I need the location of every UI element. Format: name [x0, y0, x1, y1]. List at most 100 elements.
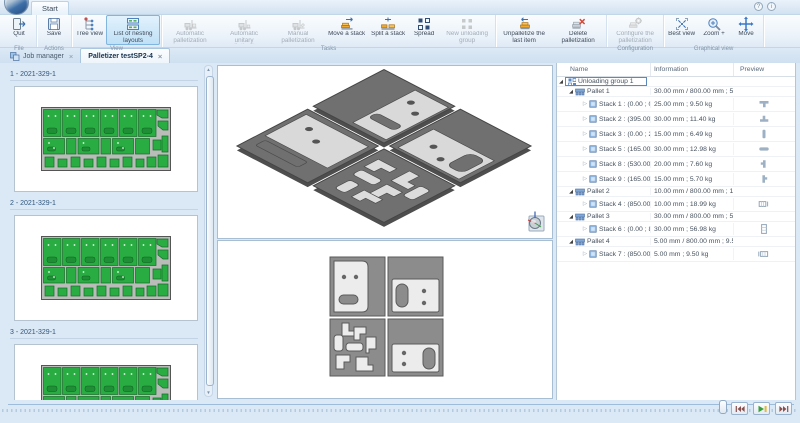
expander-collapsed-icon[interactable]: ▷ — [581, 251, 589, 257]
scrollbar-thumb[interactable] — [206, 76, 214, 386]
layouts-scrollbar[interactable]: ▲ ▼ — [204, 65, 213, 397]
expander-collapsed-icon[interactable]: ▷ — [581, 131, 589, 137]
help-icon[interactable]: ? — [754, 2, 763, 11]
ribbon-button-label: Unpalletize the last item — [500, 31, 548, 44]
cell-name: ◢Pallet 1 — [557, 88, 650, 96]
quit-icon — [11, 16, 27, 32]
expander-collapsed-icon[interactable]: ▷ — [581, 161, 589, 167]
nesting-layout-item-3[interactable] — [14, 344, 198, 400]
nesting-layout-item-2[interactable] — [14, 215, 198, 321]
expander-expanded-icon[interactable]: ◢ — [567, 189, 575, 195]
expander-expanded-icon[interactable]: ◢ — [557, 79, 565, 85]
play-button[interactable] — [753, 402, 770, 415]
skip-last-button[interactable] — [775, 402, 792, 415]
tree-row-stack-6[interactable]: ▷Stack 6 : (0.00 ; 850.00)30.00 mm ; 56.… — [557, 222, 795, 237]
expander-expanded-icon[interactable]: ◢ — [567, 239, 575, 245]
tree-row-stack-4[interactable]: ▷Stack 4 : (850.00 ; 0.00)10.00 mm ; 18.… — [557, 197, 795, 212]
tree-row-unloading-group-1[interactable]: ◢ Unloading group 1 — [557, 77, 795, 87]
ribbon-group-label: File — [3, 45, 35, 53]
ribbon-group-configuration: Configure the palletizationConfiguration — [607, 15, 664, 47]
new-unloading-group-button[interactable]: New unloading group — [440, 15, 494, 45]
stack-icon — [589, 145, 597, 153]
skip-last-icon — [779, 405, 789, 413]
save-button[interactable]: Save — [38, 15, 70, 45]
spread-button[interactable]: Spread — [408, 15, 440, 45]
stack-icon — [589, 160, 597, 168]
nesting-layout-label-3: 3 - 2021-329-1 — [10, 329, 198, 339]
expander-collapsed-icon[interactable]: ▷ — [581, 146, 589, 152]
unpalletize-icon — [516, 16, 532, 32]
play-icon — [757, 405, 767, 413]
item-name: Pallet 2 — [587, 188, 610, 195]
column-header-preview[interactable]: Preview — [733, 63, 793, 76]
ribbon-group-4: Unpalletize the last itemDelete palletiz… — [496, 15, 607, 47]
unpalletize-the-last-item-button[interactable]: Unpalletize the last item — [497, 15, 551, 45]
info-icon[interactable]: i — [767, 2, 776, 11]
pallets-3d-scene — [218, 66, 550, 236]
expander-collapsed-icon[interactable]: ▷ — [581, 116, 589, 122]
tree-view-button[interactable]: Tree view — [73, 15, 106, 45]
tree-row-stack-2[interactable]: ▷Stack 2 : (395.00 ; 0.00)30.00 mm ; 11.… — [557, 112, 795, 127]
split-stack-icon — [380, 16, 396, 32]
configure-the-palletization-button[interactable]: Configure the palletization — [608, 15, 662, 45]
nesting-layout-item-1[interactable] — [14, 86, 198, 192]
automatic-unitary-palletization-button[interactable]: Automatic unitary palletization — [217, 15, 271, 45]
expander-collapsed-icon[interactable]: ▷ — [581, 201, 589, 207]
manual-palletization-button[interactable]: Manual palletization — [271, 15, 325, 45]
expander-expanded-icon[interactable]: ◢ — [567, 89, 575, 95]
delete-palletization-button[interactable]: Delete palletization — [551, 15, 605, 45]
app-logo-icon[interactable] — [4, 0, 29, 15]
auto-unitary-palletization-icon — [236, 16, 252, 32]
tree-row-pallet-2[interactable]: ◢Pallet 210.00 mm / 800.00 mm ; 18.99 k.… — [557, 187, 795, 197]
timeline-track[interactable] — [2, 409, 798, 412]
list-of-nesting-layouts-button[interactable]: List of nesting layouts — [106, 15, 160, 45]
automatic-palletization-button[interactable]: Automatic palletization — [163, 15, 217, 45]
expander-collapsed-icon[interactable]: ▷ — [581, 226, 589, 232]
stack-icon — [589, 225, 597, 233]
tree-row-pallet-1[interactable]: ◢Pallet 130.00 mm / 800.00 mm ; 53.67 k.… — [557, 87, 795, 97]
tree-row-stack-8[interactable]: ▷Stack 8 : (530.00 ; 230...20.00 mm ; 7.… — [557, 157, 795, 172]
ribbon-group-graphical-view: Best viewZoom +MoveGraphical view — [664, 15, 764, 47]
cell-preview — [733, 158, 793, 170]
cell-information: 30.00 mm ; 12.98 kg — [650, 146, 733, 153]
ribbon-button-label: Quit — [13, 31, 25, 44]
bar-horizontal-icon — [757, 143, 771, 155]
item-name: Unloading group 1 — [578, 78, 634, 85]
tree-row-stack-1[interactable]: ▷Stack 1 : (0.00 ; 0.00)25.00 mm ; 9.50 … — [557, 97, 795, 112]
tree-row-pallet-4[interactable]: ◢Pallet 45.00 mm / 800.00 mm ; 9.50 kg /… — [557, 237, 795, 247]
palletization-3d-view[interactable] — [217, 65, 553, 239]
ribbon-button-label: Spread — [414, 31, 434, 44]
scroll-up-icon[interactable]: ▲ — [205, 67, 212, 72]
expander-collapsed-icon[interactable]: ▷ — [581, 176, 589, 182]
orientation-cube-widget[interactable] — [523, 210, 545, 232]
quit-button[interactable]: Quit — [3, 15, 35, 45]
cell-information: 15.00 mm ; 5.70 kg — [650, 176, 733, 183]
expander-expanded-icon[interactable]: ◢ — [567, 214, 575, 220]
tree-row-stack-3[interactable]: ▷Stack 3 : (0.00 ; 230.00)15.00 mm ; 6.4… — [557, 127, 795, 142]
scroll-down-icon[interactable]: ▼ — [205, 390, 212, 395]
tree-row-pallet-3[interactable]: ◢Pallet 330.00 mm / 800.00 mm ; 56.98 k.… — [557, 212, 795, 222]
move-a-stack-button[interactable]: Move a stack — [325, 15, 368, 45]
split-a-stack-button[interactable]: Split a stack — [368, 15, 408, 45]
zoom-button[interactable]: Zoom + — [698, 15, 730, 45]
selected-item-box[interactable]: Unloading group 1 — [565, 77, 647, 86]
palletization-2d-view[interactable] — [217, 240, 553, 399]
column-header-information[interactable]: Information — [650, 63, 733, 76]
timeline-thumb[interactable] — [719, 400, 727, 414]
notch-left-icon — [757, 158, 771, 170]
move-button[interactable]: Move — [730, 15, 762, 45]
tree-row-stack-5[interactable]: ▷Stack 5 : (165.00 ; 230...30.00 mm ; 12… — [557, 142, 795, 157]
cell-information: 5.00 mm / 800.00 mm ; 9.50 kg /... — [650, 238, 733, 245]
best-view-button[interactable]: Best view — [665, 15, 698, 45]
tree-row-stack-7[interactable]: ▷Stack 7 : (850.00 ; 850...5.00 mm ; 9.5… — [557, 247, 795, 262]
ribbon-tab-start[interactable]: Start — [31, 1, 69, 15]
expander-collapsed-icon[interactable]: ▷ — [581, 101, 589, 107]
item-name: Stack 2 : (395.00 ; 0.00) — [599, 116, 650, 123]
tab-label: Palletizer testSP2-4 — [88, 53, 153, 60]
column-header-name[interactable]: Name — [557, 63, 650, 76]
tree-table-header: Name Information Preview — [557, 63, 795, 77]
tree-row-stack-9[interactable]: ▷Stack 9 : (165.00 ; 385...15.00 mm ; 5.… — [557, 172, 795, 187]
plate-vertical-icon — [757, 223, 771, 235]
delete-palletization-icon — [570, 16, 586, 32]
skip-first-button[interactable] — [731, 402, 748, 415]
